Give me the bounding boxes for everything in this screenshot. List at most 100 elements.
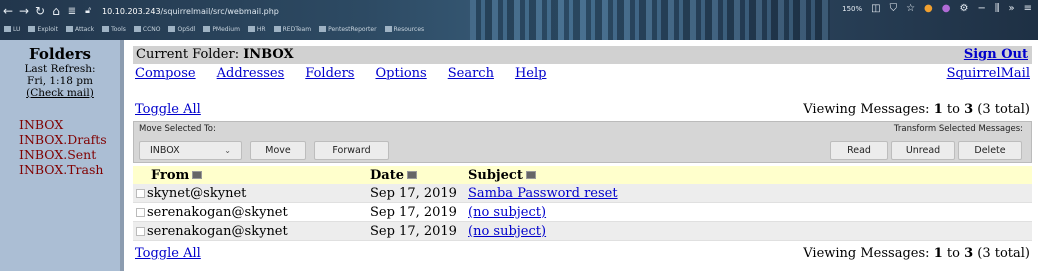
subject-link[interactable]: (no subject) (468, 205, 546, 220)
current-folder-name: INBOX (243, 47, 294, 62)
reader-icon[interactable]: ≣ (64, 6, 80, 17)
subject-link[interactable]: (no subject) (468, 224, 546, 239)
message-row[interactable]: skynet@skynet Sep 17, 2019 Samba Passwor… (133, 184, 1032, 203)
folder-sidebar: Folders Last Refresh: Fri, 1:18 pm (Chec… (0, 40, 124, 271)
date-cell: Sep 17, 2019 (370, 204, 457, 220)
listing-header-row: Toggle All Viewing Messages: 1 to 3 (3 t… (135, 102, 1030, 118)
folder-inbox[interactable]: INBOX (19, 117, 120, 132)
listing-footer-row: Toggle All Viewing Messages: 1 to 3 (3 t… (135, 246, 1030, 262)
sort-icon[interactable] (525, 171, 536, 179)
menu-addresses[interactable]: Addresses (217, 66, 285, 81)
sort-icon[interactable] (406, 171, 417, 179)
bookmark-item[interactable]: REDTeam (273, 26, 311, 33)
minimize-icon[interactable]: − (977, 3, 985, 14)
menu-help[interactable]: Help (515, 66, 547, 81)
library-icon[interactable]: ⫼ (995, 3, 1000, 14)
star-icon[interactable]: ☆ (906, 3, 915, 14)
zoom-level[interactable]: 150% (842, 5, 862, 13)
chevron-down-icon: ⌄ (224, 146, 231, 155)
move-target-select[interactable]: INBOX ⌄ (139, 141, 242, 160)
folder-drafts[interactable]: INBOX.Drafts (19, 132, 120, 147)
bookmarks-bar: LU Exploit Attack Tools CCNO OpSdl PMedi… (4, 23, 424, 35)
select-checkbox[interactable] (136, 188, 145, 198)
select-checkbox[interactable] (136, 226, 145, 236)
message-actions-toolbox: Move Selected To: Transform Selected Mes… (133, 121, 1032, 163)
unread-button[interactable]: Unread (891, 141, 955, 160)
subject-header[interactable]: Subject (465, 166, 1032, 184)
last-refresh-label: Last Refresh: (24, 63, 96, 75)
move-target-value: INBOX (150, 145, 180, 156)
delete-button[interactable]: Delete (958, 141, 1022, 160)
url-path: /squirrelmail/src/webmail.php (160, 6, 279, 16)
current-folder-label: Current Folder: (136, 47, 240, 62)
bookmark-item[interactable]: PMedium (203, 26, 240, 33)
menu-options[interactable]: Options (375, 66, 426, 81)
menu-search[interactable]: Search (448, 66, 494, 81)
bookmark-item[interactable]: Exploit (28, 26, 58, 33)
browser-toolbar: ← → ↻ ⌂ ≣ 🔓︎ 10.10.203.243/squirrelmail/… (0, 0, 1038, 40)
check-mail-link[interactable]: (Check mail) (26, 87, 94, 99)
viewing-messages-bottom: Viewing Messages: 1 to 3 (3 total) (803, 246, 1030, 261)
subject-cell: (no subject) (465, 222, 1032, 241)
menu-icon[interactable]: ≡ (1024, 3, 1032, 14)
from-header[interactable]: From (133, 166, 367, 184)
url-host: 10.10.203.243 (102, 6, 161, 16)
back-icon[interactable]: ← (0, 4, 16, 18)
subject-cell: (no subject) (465, 203, 1032, 222)
move-selected-label: Move Selected To: (139, 124, 216, 134)
folder-trash[interactable]: INBOX.Trash (19, 162, 120, 177)
address-bar[interactable]: 10.10.203.243/squirrelmail/src/webmail.p… (102, 7, 279, 16)
date-header[interactable]: Date (367, 166, 465, 184)
forward-icon[interactable]: → (16, 4, 32, 18)
current-folder-bar: Current Folder: INBOX Sign Out (133, 46, 1032, 64)
reload-icon[interactable]: ↻ (32, 4, 48, 18)
move-button[interactable]: Move (250, 141, 306, 160)
date-cell: Sep 17, 2019 (370, 185, 457, 201)
forward-button[interactable]: Forward (314, 141, 389, 160)
sort-icon[interactable] (192, 171, 203, 179)
toggle-all-link[interactable]: Toggle All (135, 102, 201, 117)
bookmark-item[interactable]: Attack (65, 26, 94, 33)
extension-icon[interactable]: ● (924, 3, 933, 14)
folder-list: INBOX INBOX.Drafts INBOX.Sent INBOX.Tras… (0, 117, 120, 177)
pocket-icon[interactable]: ◫ (871, 3, 880, 14)
sign-out-link[interactable]: Sign Out (964, 46, 1028, 64)
main-menu: Compose Addresses Folders Options Search… (135, 66, 546, 81)
bookmark-item[interactable]: Tools (102, 26, 126, 33)
refresh-info: Last Refresh: Fri, 1:18 pm (Check mail) (0, 63, 120, 99)
message-row[interactable]: serenakogan@skynet Sep 17, 2019 (no subj… (133, 221, 1032, 241)
select-checkbox[interactable] (136, 207, 145, 217)
bookmark-item[interactable]: HR (247, 26, 266, 33)
insecure-lock-icon[interactable]: 🔓︎ (80, 6, 96, 16)
bookmark-item[interactable]: LU (4, 26, 20, 33)
from-cell: serenakogan@skynet (133, 222, 367, 241)
menu-folders[interactable]: Folders (305, 66, 354, 81)
settings-icon[interactable]: ⚙ (960, 3, 969, 14)
subject-link[interactable]: Samba Password reset (468, 186, 618, 201)
read-button[interactable]: Read (830, 141, 888, 160)
message-list-header: From Date Subject (133, 166, 1032, 184)
browser-right-controls: 150% ◫ ⛉ ☆ ● ● ⚙ − ⫼ » ≡ (842, 3, 1032, 14)
from-cell: skynet@skynet (133, 184, 367, 203)
refresh-time: Fri, 1:18 pm (27, 75, 93, 87)
message-list: From Date Subject skynet@skynet Sep 17, … (133, 166, 1032, 241)
home-icon[interactable]: ⌂ (48, 4, 64, 18)
bookmark-item[interactable]: Resources (384, 26, 424, 33)
shield-icon[interactable]: ⛉ (890, 3, 898, 14)
overflow-icon[interactable]: » (1008, 3, 1014, 14)
bookmark-item[interactable]: OpSdl (168, 26, 195, 33)
extension-icon-2[interactable]: ● (942, 3, 951, 14)
squirrelmail-link[interactable]: SquirrelMail (947, 66, 1030, 81)
bookmark-item[interactable]: PentestReporter (319, 26, 377, 33)
subject-cell: Samba Password reset (465, 184, 1032, 203)
date-cell: Sep 17, 2019 (370, 223, 457, 239)
folder-sent[interactable]: INBOX.Sent (19, 147, 120, 162)
toggle-all-link-bottom[interactable]: Toggle All (135, 246, 201, 261)
bookmark-item[interactable]: CCNO (133, 26, 160, 33)
viewing-messages: Viewing Messages: 1 to 3 (3 total) (803, 102, 1030, 117)
transform-label: Transform Selected Messages: (893, 124, 1023, 134)
from-cell: serenakogan@skynet (133, 203, 367, 222)
message-row[interactable]: serenakogan@skynet Sep 17, 2019 (no subj… (133, 202, 1032, 222)
menu-compose[interactable]: Compose (135, 66, 196, 81)
sidebar-title: Folders (29, 45, 91, 63)
